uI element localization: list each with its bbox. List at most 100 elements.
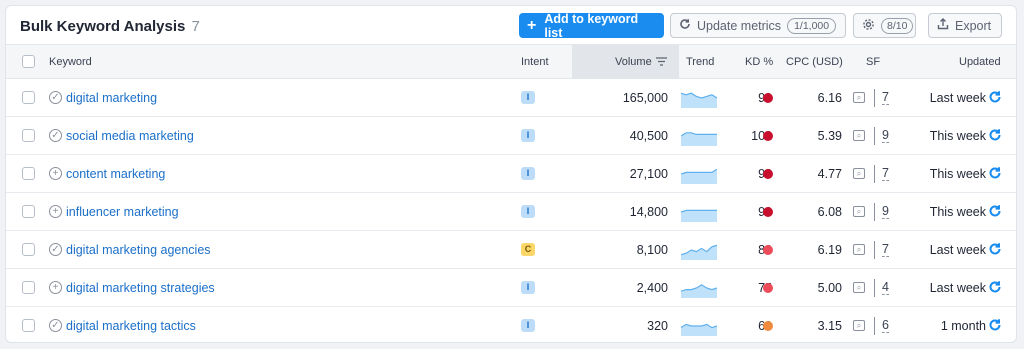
cpc-value: 6.08 <box>817 205 842 219</box>
kd-difficulty-dot <box>763 245 773 255</box>
table-row: ✓ digital marketing tactics I 320 69 3.1… <box>6 307 1016 342</box>
intent-badge: I <box>521 129 535 142</box>
column-sf[interactable]: SF <box>866 56 880 68</box>
row-checkbox[interactable] <box>22 243 35 256</box>
export-button[interactable]: Export <box>928 13 1002 38</box>
refresh-icon[interactable] <box>987 241 1003 257</box>
serp-features-icon[interactable]: ⌕ <box>853 206 865 217</box>
row-checkbox[interactable] <box>22 91 35 104</box>
refresh-icon[interactable] <box>987 127 1003 143</box>
column-volume[interactable]: Volume <box>615 56 652 68</box>
keyword-link[interactable]: digital marketing tactics <box>66 319 196 333</box>
keyword-analysis-panel: Bulk Keyword Analysis 7 + Add to keyword… <box>5 5 1017 343</box>
keyword-link[interactable]: digital marketing agencies <box>66 243 211 257</box>
serp-features-icon[interactable]: ⌕ <box>853 92 865 103</box>
updated-value: This week <box>929 205 986 219</box>
keyword-link[interactable]: content marketing <box>66 167 165 181</box>
column-kd[interactable]: KD % <box>745 56 773 68</box>
column-keyword[interactable]: Keyword <box>49 56 92 68</box>
keyword-link[interactable]: digital marketing strategies <box>66 281 215 295</box>
intent-badge: C <box>521 243 535 256</box>
updated-value: 1 month <box>940 319 986 333</box>
sf-count[interactable]: 9 <box>882 205 889 219</box>
updated-value: This week <box>929 167 986 181</box>
cpc-value: 3.15 <box>817 319 842 333</box>
table-header: Keyword Intent Volume Trend KD % CPC (US… <box>6 44 1016 79</box>
refresh-icon[interactable] <box>987 89 1003 105</box>
cpc-value: 5.00 <box>817 281 842 295</box>
volume-value: 8,100 <box>636 243 668 257</box>
sf-divider <box>874 241 875 259</box>
page-title: Bulk Keyword Analysis 7 <box>20 18 200 35</box>
sf-count[interactable]: 7 <box>882 167 889 181</box>
updated-value: Last week <box>929 243 986 257</box>
title-text: Bulk Keyword Analysis <box>20 18 186 35</box>
plus-circle-icon[interactable]: + <box>49 167 62 180</box>
serp-features-icon[interactable]: ⌕ <box>853 282 865 293</box>
keyword-count: 7 <box>191 18 200 35</box>
plus-circle-icon[interactable]: + <box>49 205 62 218</box>
refresh-icon[interactable] <box>987 279 1003 295</box>
volume-value: 40,500 <box>629 129 668 143</box>
trend-sparkline <box>681 244 717 260</box>
refresh-icon[interactable] <box>987 317 1003 333</box>
update-button-label: Update metrics <box>697 18 782 33</box>
row-checkbox[interactable] <box>22 319 35 332</box>
row-checkbox[interactable] <box>22 281 35 294</box>
plus-circle-icon[interactable]: + <box>49 281 62 294</box>
intent-badge: I <box>521 319 535 332</box>
kd-difficulty-dot <box>763 207 773 217</box>
keyword-link[interactable]: digital marketing <box>66 91 157 105</box>
refresh-icon[interactable] <box>987 203 1003 219</box>
table-row: ✓ digital marketing agencies C 8,100 83 … <box>6 231 1016 269</box>
serp-features-icon[interactable]: ⌕ <box>853 130 865 141</box>
row-checkbox[interactable] <box>22 167 35 180</box>
serp-features-icon[interactable]: ⌕ <box>853 244 865 255</box>
volume-value: 320 <box>647 319 668 333</box>
panel-header: Bulk Keyword Analysis 7 + Add to keyword… <box>6 6 1016 46</box>
sf-divider <box>874 203 875 221</box>
settings-button[interactable]: 8/10 <box>853 13 916 38</box>
cpc-value: 4.77 <box>817 167 842 181</box>
sf-count[interactable]: 4 <box>882 281 889 295</box>
check-circle-icon[interactable]: ✓ <box>49 129 62 142</box>
row-checkbox[interactable] <box>22 129 35 142</box>
sf-count[interactable]: 9 <box>882 129 889 143</box>
kd-difficulty-dot <box>763 93 773 103</box>
table-row: ✓ social media marketing I 40,500 100 5.… <box>6 117 1016 155</box>
update-quota-badge: 1/1,000 <box>787 17 837 34</box>
sf-divider <box>874 317 875 335</box>
select-all-checkbox[interactable] <box>22 55 35 68</box>
sf-count[interactable]: 7 <box>882 91 889 105</box>
update-metrics-button[interactable]: Update metrics 1/1,000 <box>670 13 846 38</box>
refresh-icon[interactable] <box>987 165 1003 181</box>
keyword-link[interactable]: influencer marketing <box>66 205 179 219</box>
sf-divider <box>874 279 875 297</box>
sort-icon[interactable] <box>656 57 667 69</box>
updated-value: Last week <box>929 91 986 105</box>
sf-count[interactable]: 6 <box>882 319 889 333</box>
trend-sparkline <box>681 168 717 184</box>
table-row: ✓ digital marketing I 165,000 99 6.16 ⌕ … <box>6 79 1016 117</box>
kd-difficulty-dot <box>763 169 773 179</box>
serp-features-icon[interactable]: ⌕ <box>853 168 865 179</box>
column-trend[interactable]: Trend <box>686 56 714 68</box>
add-button-label: Add to keyword list <box>544 11 639 40</box>
trend-sparkline <box>681 284 717 298</box>
column-intent[interactable]: Intent <box>521 56 549 68</box>
check-circle-icon[interactable]: ✓ <box>49 319 62 332</box>
trend-sparkline <box>681 92 717 108</box>
column-cpc[interactable]: CPC (USD) <box>786 56 843 68</box>
row-checkbox[interactable] <box>22 205 35 218</box>
intent-badge: I <box>521 91 535 104</box>
sf-divider <box>874 165 875 183</box>
column-updated[interactable]: Updated <box>959 56 1001 68</box>
sf-count[interactable]: 7 <box>882 243 889 257</box>
export-button-label: Export <box>955 18 992 33</box>
keyword-link[interactable]: social media marketing <box>66 129 194 143</box>
serp-features-icon[interactable]: ⌕ <box>853 320 865 331</box>
add-to-keyword-list-button[interactable]: + Add to keyword list <box>519 11 664 40</box>
check-circle-icon[interactable]: ✓ <box>49 243 62 256</box>
check-circle-icon[interactable]: ✓ <box>49 91 62 104</box>
volume-value: 165,000 <box>622 91 668 105</box>
